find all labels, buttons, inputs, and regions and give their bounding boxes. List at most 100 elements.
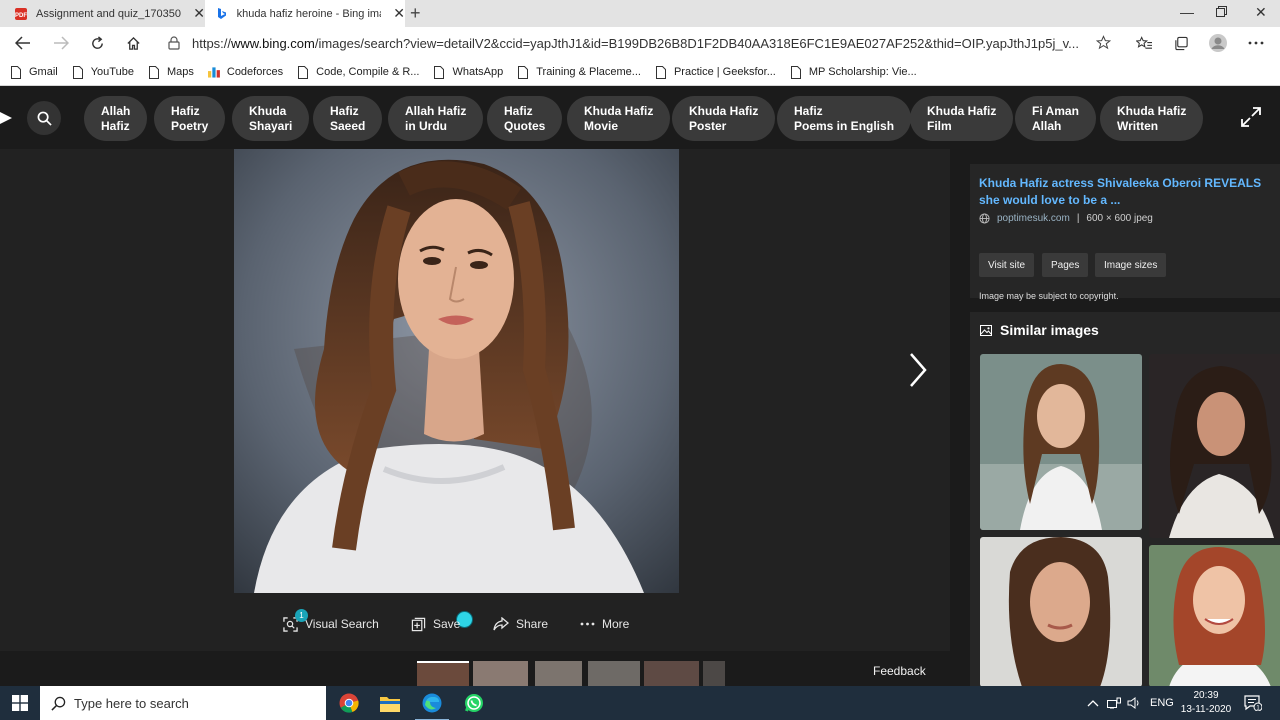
share-icon [493, 617, 509, 631]
page-icon [433, 65, 445, 79]
profile-avatar-icon[interactable] [1208, 33, 1228, 53]
bookmark-whatsapp[interactable]: WhatsApp [433, 65, 503, 79]
next-image-arrow-icon[interactable] [903, 350, 931, 393]
image-viewer: 1 Visual Search Save Share More Feedback [0, 149, 950, 686]
expand-icon[interactable] [1240, 106, 1262, 131]
similar-images-section: Similar images [970, 312, 1280, 687]
bookmark-code-compile[interactable]: Code, Compile & R... [297, 65, 419, 79]
address-bar-row: https://www.bing.com/images/search?view=… [0, 27, 1280, 59]
filmstrip-thumbnail[interactable] [535, 661, 582, 686]
favorites-icon[interactable] [1134, 33, 1154, 53]
tab-assignment-pdf[interactable]: PDF Assignment and quiz_17035019_ ✕ [0, 0, 205, 27]
chip-hafiz-poetry[interactable]: Hafiz Poetry [154, 96, 226, 141]
similar-image-thumbnail[interactable] [980, 354, 1142, 530]
more-button[interactable]: More [580, 609, 629, 639]
save-button[interactable]: Save [411, 609, 460, 639]
url-text: https://www.bing.com/images/search?view=… [192, 35, 1079, 51]
notification-center-icon[interactable]: 1 [1244, 686, 1262, 720]
codeforces-icon [207, 66, 220, 79]
filmstrip-thumbnail[interactable] [703, 661, 725, 686]
address-bar[interactable]: https://www.bing.com/images/search?view=… [160, 30, 1120, 56]
volume-icon[interactable] [1127, 686, 1141, 720]
more-dots-icon [580, 622, 595, 626]
windows-start-icon[interactable] [12, 695, 28, 714]
filmstrip-thumbnail[interactable] [417, 661, 469, 686]
page-icon [297, 65, 309, 79]
search-button[interactable] [27, 101, 61, 135]
taskbar-clock[interactable]: 20:39 13-11-2020 [1176, 689, 1236, 717]
image-title-link[interactable]: Khuda Hafiz actress Shivaleeka Oberoi RE… [979, 175, 1279, 209]
chip-hafiz-quotes[interactable]: Hafiz Quotes [487, 96, 563, 141]
close-window-icon[interactable]: ✕ [1255, 4, 1267, 21]
chip-khuda-hafiz-film[interactable]: Khuda Hafiz Film [910, 96, 1014, 141]
home-icon[interactable] [123, 33, 143, 53]
bing-icon [216, 7, 228, 20]
chip-fi-aman-allah[interactable]: Fi Aman Allah [1015, 96, 1096, 141]
edge-taskbar-icon[interactable] [415, 692, 449, 720]
chip-khuda-shayari[interactable]: Khuda Shayari [232, 96, 310, 141]
page-icon [655, 65, 667, 79]
related-searches-bar: Allah Hafiz Hafiz Poetry Khuda Shayari H… [0, 86, 1280, 149]
collections-icon[interactable] [1171, 33, 1191, 53]
settings-more-icon[interactable] [1246, 33, 1266, 53]
share-button[interactable]: Share [493, 609, 548, 639]
similar-image-thumbnail[interactable] [1149, 354, 1280, 538]
visual-search-button[interactable]: 1 Visual Search [283, 608, 379, 639]
image-icon [980, 324, 992, 336]
filmstrip-thumbnail[interactable] [588, 661, 640, 686]
language-indicator[interactable]: ENG [1150, 686, 1174, 720]
chip-allah-hafiz-in-urdu[interactable]: Allah Hafiz in Urdu [388, 96, 484, 141]
bookmark-maps[interactable]: Maps [148, 65, 194, 79]
bookmark-geeksforgeeks[interactable]: Practice | Geeksfor... [655, 65, 776, 79]
tab-close-icon[interactable]: ✕ [393, 5, 405, 22]
source-domain[interactable]: poptimesuk.com [997, 213, 1070, 224]
bookmark-gmail[interactable]: Gmail [10, 65, 58, 79]
chip-hafiz-saeed[interactable]: Hafiz Saeed [313, 96, 383, 141]
tab-bing-images[interactable]: khuda hafiz heroine - Bing imag ✕ [205, 0, 405, 27]
favorite-star-icon[interactable] [1096, 35, 1111, 50]
chip-allah-hafiz[interactable]: Allah Hafiz [84, 96, 148, 141]
restore-icon[interactable] [1216, 4, 1227, 20]
svg-text:PDF: PDF [15, 13, 27, 19]
visual-search-icon: 1 [283, 608, 308, 632]
clock-date: 13-11-2020 [1180, 704, 1232, 715]
new-tab-icon[interactable]: + [410, 3, 421, 24]
back-icon[interactable] [13, 33, 33, 53]
page-icon [10, 65, 22, 79]
chip-khuda-hafiz-poster[interactable]: Khuda Hafiz Poster [672, 96, 776, 141]
bookmark-youtube[interactable]: YouTube [72, 65, 134, 79]
bookmark-mp-scholarship[interactable]: MP Scholarship: Vie... [790, 65, 917, 79]
tab-title: Assignment and quiz_17035019_ [36, 7, 181, 20]
similar-image-thumbnail[interactable] [1149, 545, 1280, 687]
show-hidden-icons-icon[interactable] [1087, 686, 1099, 720]
globe-icon [979, 213, 990, 224]
page-icon [790, 65, 802, 79]
search-icon [37, 111, 52, 126]
copyright-notice: Image may be subject to copyright. [979, 291, 1119, 301]
tab-close-icon[interactable]: ✕ [193, 5, 205, 22]
whatsapp-taskbar-icon[interactable] [463, 692, 485, 714]
tab-title: khuda hafiz heroine - Bing imag [236, 7, 382, 20]
thumbnail-filmstrip: Feedback [0, 651, 950, 686]
bing-logo-icon[interactable] [0, 110, 12, 126]
bookmark-training-placement[interactable]: Training & Placeme... [517, 65, 641, 79]
network-icon[interactable] [1107, 686, 1121, 720]
visit-site-button[interactable]: Visit site [979, 253, 1035, 277]
feedback-link[interactable]: Feedback [873, 664, 926, 678]
forward-icon[interactable] [51, 33, 71, 53]
similar-image-thumbnail[interactable] [980, 537, 1142, 687]
chrome-taskbar-icon[interactable] [338, 692, 360, 714]
chip-hafiz-poems-in-english[interactable]: Hafiz Poems in English [777, 96, 912, 141]
filmstrip-thumbnail[interactable] [473, 661, 528, 686]
bookmark-codeforces[interactable]: Codeforces [207, 66, 283, 79]
minimize-icon[interactable]: — [1180, 4, 1194, 20]
chip-khuda-hafiz-written[interactable]: Khuda Hafiz Written [1100, 96, 1204, 141]
file-explorer-taskbar-icon[interactable] [379, 692, 401, 714]
filmstrip-thumbnail[interactable] [644, 661, 699, 686]
image-sizes-button[interactable]: Image sizes [1095, 253, 1167, 277]
refresh-icon[interactable] [87, 33, 107, 53]
pages-button[interactable]: Pages [1042, 253, 1089, 277]
main-image[interactable] [234, 149, 679, 593]
taskbar-search-box[interactable]: Type here to search [40, 686, 326, 720]
chip-khuda-hafiz-movie[interactable]: Khuda Hafiz Movie [567, 96, 671, 141]
